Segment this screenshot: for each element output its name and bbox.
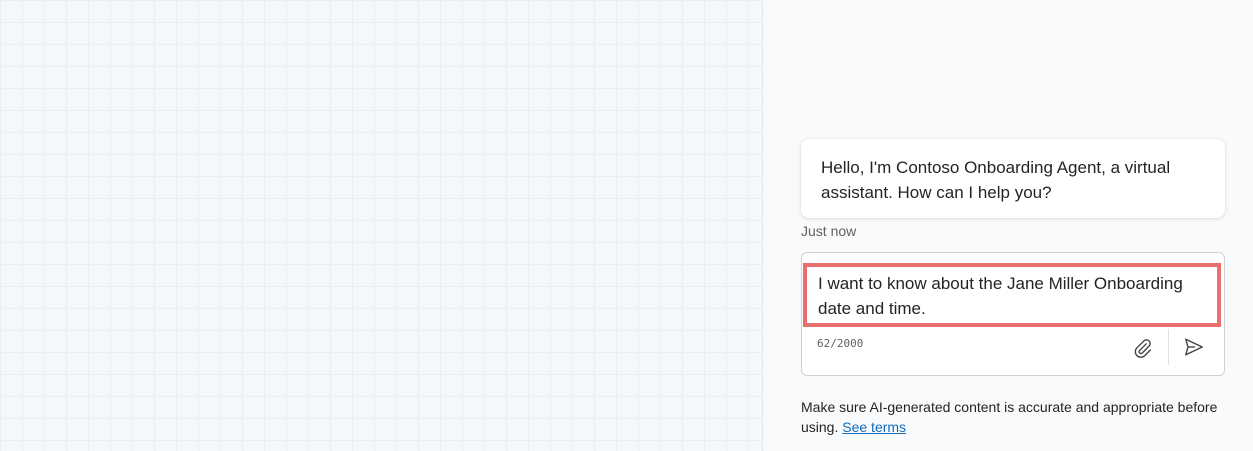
canvas-grid	[0, 0, 762, 451]
send-icon	[1185, 338, 1203, 356]
chat-pane: Hello, I'm Contoso Onboarding Agent, a v…	[763, 0, 1253, 451]
bot-message-bubble: Hello, I'm Contoso Onboarding Agent, a v…	[801, 139, 1225, 218]
character-count: 62/2000	[817, 337, 864, 350]
paperclip-icon	[1134, 339, 1152, 358]
composer-separator	[1168, 329, 1169, 365]
bot-message-text: Hello, I'm Contoso Onboarding Agent, a v…	[821, 158, 1171, 202]
message-timestamp: Just now	[801, 223, 857, 239]
ai-disclaimer: Make sure AI-generated content is accura…	[801, 397, 1221, 437]
attach-button[interactable]	[1128, 333, 1158, 363]
message-input[interactable]: I want to know about the Jane Miller Onb…	[803, 263, 1221, 327]
see-terms-link[interactable]: See terms	[842, 419, 906, 435]
message-composer: I want to know about the Jane Miller Onb…	[801, 252, 1225, 376]
send-button[interactable]	[1179, 332, 1209, 362]
